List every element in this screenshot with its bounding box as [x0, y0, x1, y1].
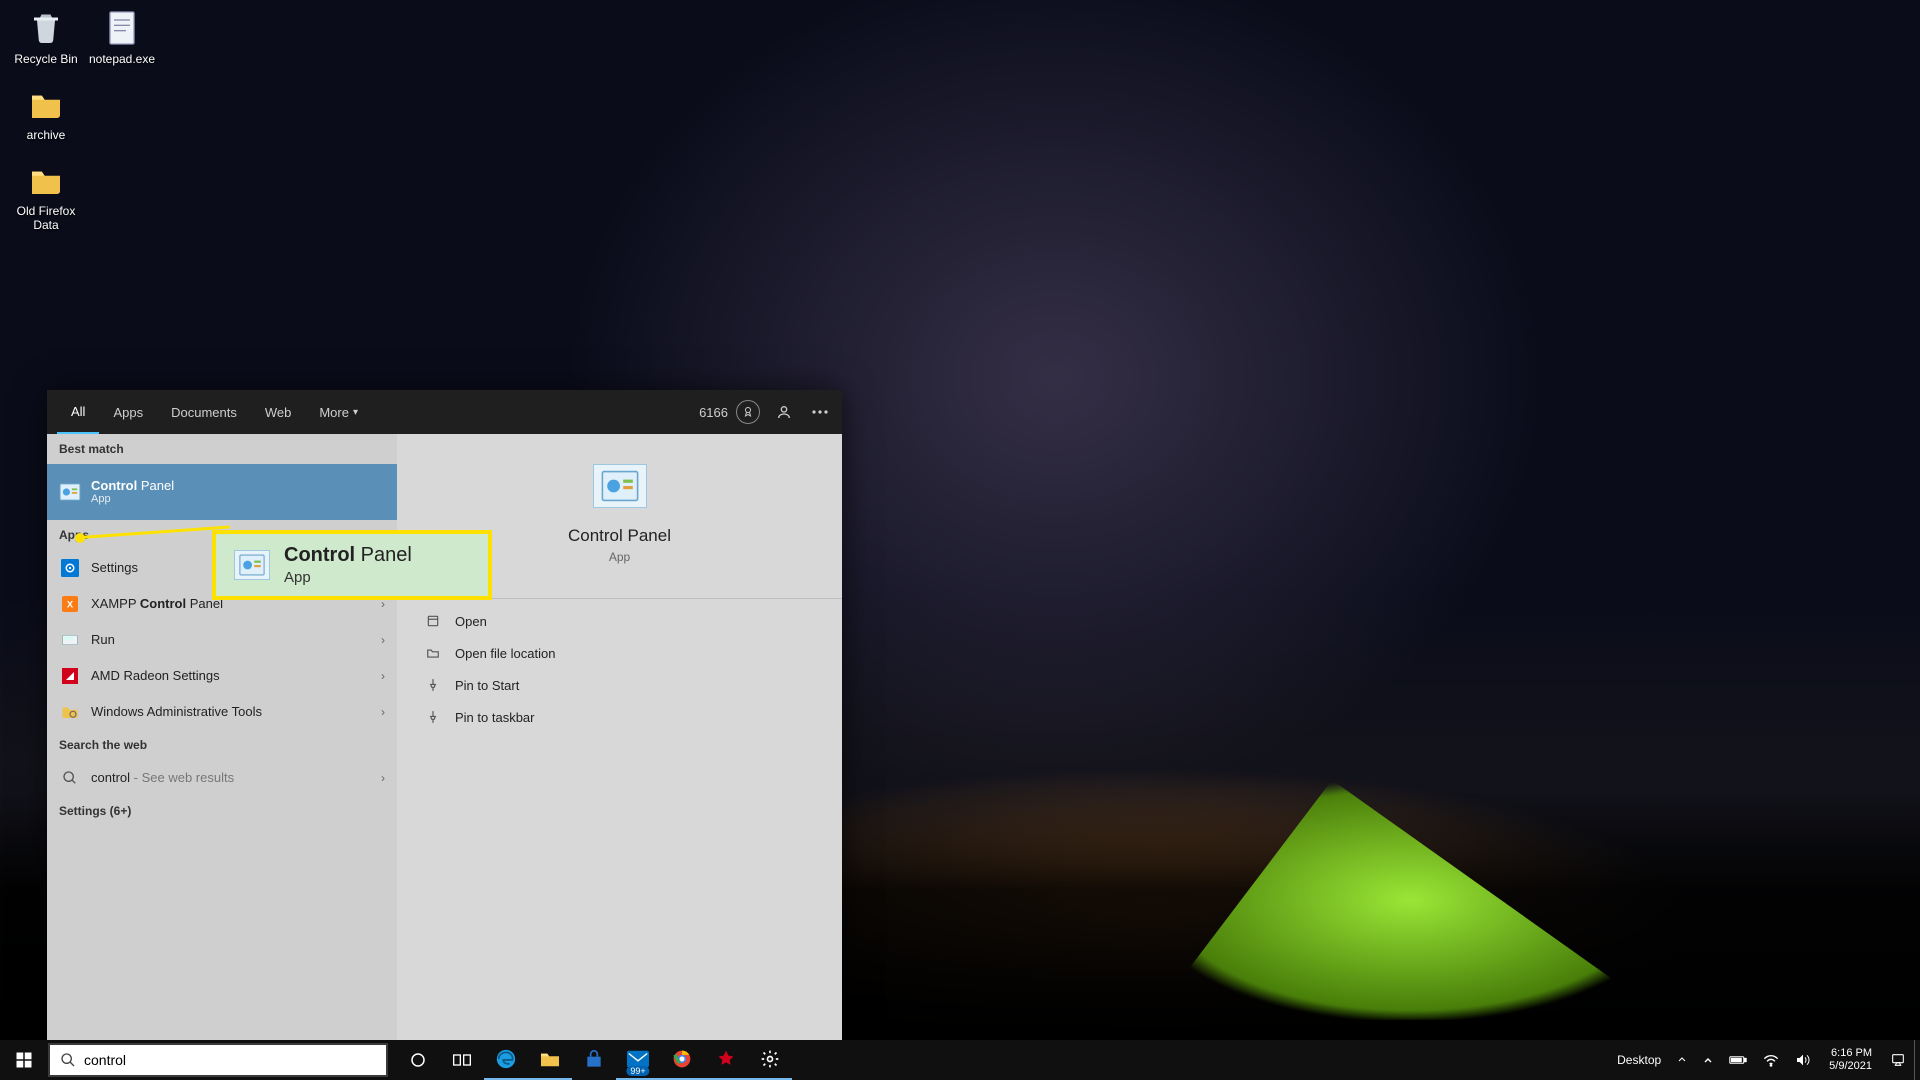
- result-web-search[interactable]: control - See web results ›: [47, 760, 397, 796]
- mail-badge: 99+: [626, 1066, 649, 1076]
- tray-up-icon[interactable]: [1695, 1040, 1721, 1080]
- tray-battery-icon[interactable]: [1721, 1040, 1755, 1080]
- account-icon[interactable]: [772, 400, 796, 424]
- taskbar-app-explorer[interactable]: [528, 1040, 572, 1080]
- tray-volume-icon[interactable]: [1787, 1040, 1819, 1080]
- taskbar-app-settings[interactable]: [748, 1040, 792, 1080]
- taskbar-app-chrome[interactable]: [660, 1040, 704, 1080]
- taskbar-cortana[interactable]: [396, 1040, 440, 1080]
- result-control-panel[interactable]: Control Panel App: [47, 464, 397, 520]
- chrome-icon: [672, 1049, 692, 1069]
- taskbar-app-mail[interactable]: 99+: [616, 1040, 660, 1080]
- chevron-right-icon: ›: [381, 705, 385, 719]
- settings-icon: [59, 557, 81, 579]
- open-icon: [425, 613, 441, 629]
- svg-text:X: X: [67, 599, 74, 609]
- section-search-web: Search the web: [47, 730, 397, 760]
- tray-wifi-icon[interactable]: [1755, 1040, 1787, 1080]
- desktop-icon-recycle-bin[interactable]: Recycle Bin: [8, 8, 84, 66]
- app-icon: [716, 1049, 736, 1069]
- tab-all[interactable]: All: [57, 390, 99, 434]
- chevron-right-icon: ›: [381, 771, 385, 785]
- tab-documents[interactable]: Documents: [157, 390, 251, 434]
- desktop-icon-notepad[interactable]: notepad.exe: [84, 8, 160, 66]
- chevron-right-icon: ›: [381, 669, 385, 683]
- result-run[interactable]: Run ›: [47, 622, 397, 658]
- control-panel-icon: [234, 550, 270, 580]
- pin-icon: [425, 677, 441, 693]
- edge-icon: [495, 1048, 517, 1070]
- action-pin-taskbar[interactable]: Pin to taskbar: [397, 701, 842, 733]
- desktop-icon-label: notepad.exe: [89, 52, 155, 66]
- taskbar-app-store[interactable]: [572, 1040, 616, 1080]
- search-icon: [59, 767, 81, 789]
- store-icon: [584, 1050, 604, 1070]
- search-icon: [60, 1052, 76, 1068]
- start-search-panel: All Apps Documents Web More▾ 6166 Best m…: [47, 390, 842, 1040]
- show-desktop-peek[interactable]: [1914, 1040, 1920, 1080]
- preview-subtitle: App: [609, 550, 630, 564]
- tab-web[interactable]: Web: [251, 390, 306, 434]
- tray-clock[interactable]: 6:16 PM 5/9/2021: [1819, 1040, 1882, 1080]
- xampp-icon: X: [59, 593, 81, 615]
- result-admin-tools[interactable]: Windows Administrative Tools ›: [47, 694, 397, 730]
- gear-icon: [760, 1049, 780, 1069]
- tray-notifications-icon[interactable]: [1882, 1040, 1914, 1080]
- taskbar-search-input[interactable]: [84, 1052, 376, 1068]
- search-results-list: Best match Control Panel App Apps Settin…: [47, 434, 397, 1040]
- file-explorer-icon: [539, 1050, 561, 1068]
- task-view-icon: [452, 1052, 472, 1068]
- action-open-file-location[interactable]: Open file location: [397, 637, 842, 669]
- chevron-right-icon: ›: [381, 633, 385, 647]
- cortana-icon: [409, 1051, 427, 1069]
- folder-open-icon: [425, 645, 441, 661]
- result-amd-radeon[interactable]: AMD Radeon Settings ›: [47, 658, 397, 694]
- taskbar-search-box[interactable]: [48, 1043, 388, 1077]
- folder-icon: [26, 84, 66, 124]
- rewards-badge-icon: [736, 400, 760, 424]
- recycle-bin-icon: [26, 8, 66, 48]
- tab-more[interactable]: More▾: [305, 390, 372, 434]
- chevron-down-icon: ▾: [353, 407, 358, 418]
- more-options-icon[interactable]: [808, 400, 832, 424]
- amd-icon: [59, 665, 81, 687]
- taskbar-task-view[interactable]: [440, 1040, 484, 1080]
- notepad-icon: [102, 8, 142, 48]
- annotation-callout: Control Panel App: [212, 530, 492, 600]
- windows-logo-icon: [15, 1051, 33, 1069]
- desktop-icon-label: Recycle Bin: [14, 52, 77, 66]
- tray-overflow-icon[interactable]: [1669, 1040, 1695, 1080]
- tray-desktop-toggle[interactable]: Desktop: [1609, 1040, 1669, 1080]
- rewards-points[interactable]: 6166: [699, 400, 760, 424]
- desktop-icon-archive[interactable]: archive: [8, 84, 84, 142]
- system-tray: Desktop 6:16 PM 5/9/2021: [1609, 1040, 1920, 1080]
- tab-apps[interactable]: Apps: [99, 390, 157, 434]
- run-icon: [59, 629, 81, 651]
- search-preview-pane: Control Panel App Open Open file locatio…: [397, 434, 842, 1040]
- pin-icon: [425, 709, 441, 725]
- desktop-icon-label: archive: [27, 128, 66, 142]
- section-best-match: Best match: [47, 434, 397, 464]
- taskbar: 99+ Desktop 6:16 PM 5/9/2021: [0, 1040, 1920, 1080]
- preview-app-icon: [593, 464, 647, 508]
- taskbar-app-edge[interactable]: [484, 1040, 528, 1080]
- control-panel-icon: [59, 481, 81, 503]
- action-open[interactable]: Open: [397, 605, 842, 637]
- preview-title: Control Panel: [568, 526, 671, 546]
- search-tabs-bar: All Apps Documents Web More▾ 6166: [47, 390, 842, 434]
- action-pin-start[interactable]: Pin to Start: [397, 669, 842, 701]
- admin-tools-icon: [59, 701, 81, 723]
- desktop-icon-label: Old Firefox Data: [8, 204, 84, 232]
- section-settings-more[interactable]: Settings (6+): [47, 796, 397, 826]
- desktop-icon-old-firefox[interactable]: Old Firefox Data: [8, 160, 84, 232]
- start-button[interactable]: [0, 1040, 48, 1080]
- taskbar-app-generic[interactable]: [704, 1040, 748, 1080]
- folder-icon: [26, 160, 66, 200]
